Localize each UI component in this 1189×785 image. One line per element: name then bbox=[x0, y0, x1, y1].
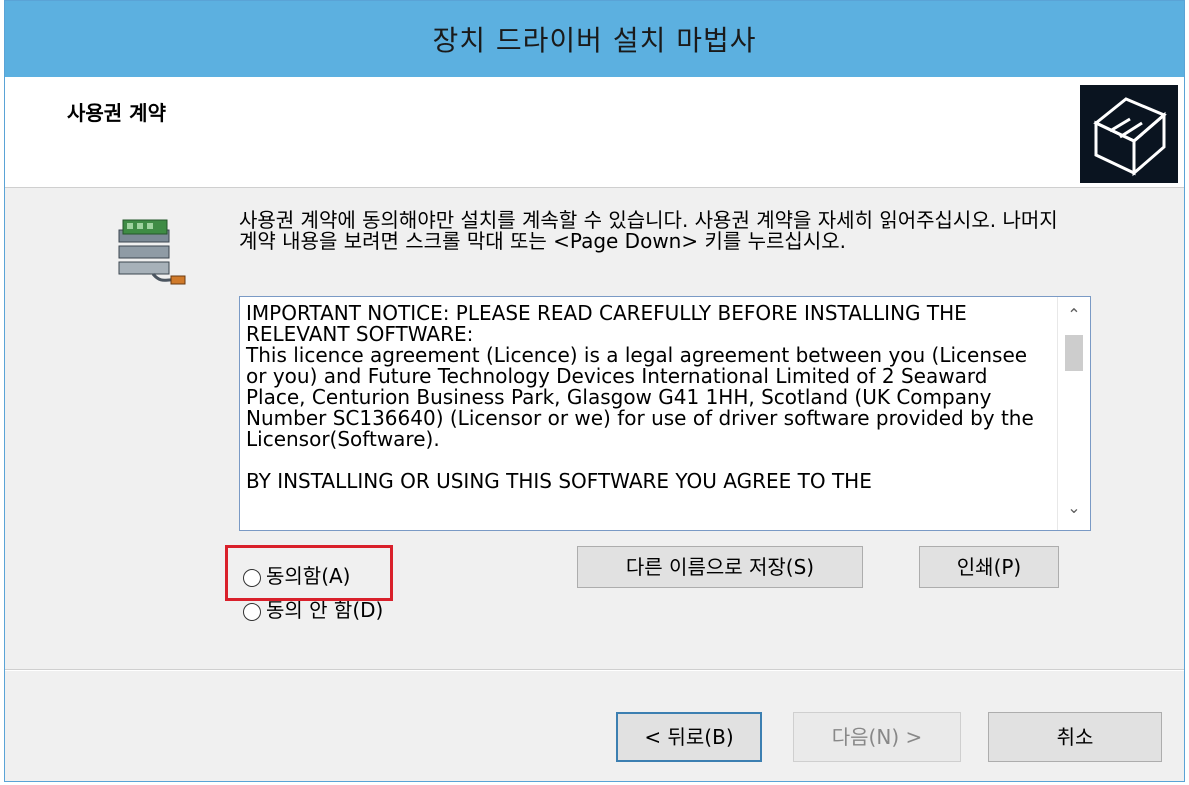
scroll-up-icon[interactable]: ⌃ bbox=[1058, 305, 1090, 329]
cancel-button[interactable]: 취소 bbox=[988, 712, 1162, 762]
wizard-header: 사용권 계약 bbox=[5, 77, 1184, 188]
print-button[interactable]: 인쇄(P) bbox=[919, 546, 1059, 588]
content-area: 사용권 계약에 동의해야만 설치를 계속할 수 있습니다. 사용권 계약을 자세… bbox=[5, 188, 1184, 668]
save-as-button[interactable]: 다른 이름으로 저장(S) bbox=[577, 546, 863, 588]
installer-window: 장치 드라이버 설치 마법사 사용권 계약 사용권 계약에 동의해야만 설치를 … bbox=[4, 0, 1185, 782]
disagree-label[interactable]: 동의 안 함(D) bbox=[266, 598, 383, 622]
footer-separator bbox=[5, 669, 1184, 671]
license-text: IMPORTANT NOTICE: PLEASE READ CAREFULLY … bbox=[246, 301, 1034, 493]
next-button[interactable]: 다음(N) > bbox=[793, 712, 961, 762]
page-title: 사용권 계약 bbox=[67, 101, 166, 125]
highlight-box bbox=[225, 545, 393, 601]
driver-box-icon bbox=[1080, 85, 1178, 183]
instructions-text: 사용권 계약에 동의해야만 설치를 계속할 수 있습니다. 사용권 계약을 자세… bbox=[239, 208, 1058, 253]
radio-circle-icon[interactable] bbox=[243, 602, 261, 621]
license-textbox[interactable]: IMPORTANT NOTICE: PLEASE READ CAREFULLY … bbox=[239, 296, 1091, 531]
title-bar[interactable]: 장치 드라이버 설치 마법사 bbox=[5, 1, 1184, 77]
window-title: 장치 드라이버 설치 마법사 bbox=[432, 24, 757, 57]
license-scrollbar[interactable]: ⌃ ⌄ bbox=[1057, 297, 1090, 530]
device-setup-icon bbox=[118, 219, 186, 285]
scroll-down-icon[interactable]: ⌄ bbox=[1058, 498, 1090, 522]
scroll-thumb[interactable] bbox=[1065, 335, 1083, 371]
back-button[interactable]: < 뒤로(B) bbox=[616, 712, 762, 762]
